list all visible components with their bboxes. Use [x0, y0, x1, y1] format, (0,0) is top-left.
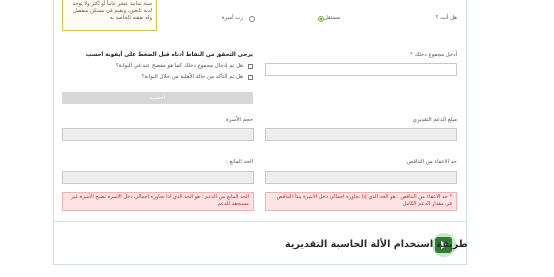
verify-check2-label: هل تم التأكد من حالة الأهلية من خلال الب…	[141, 74, 244, 80]
verify-check2-box[interactable]	[248, 75, 253, 80]
radio-head-of-family[interactable]	[249, 16, 255, 22]
radio-head-of-family-label: رب أسرة	[221, 15, 243, 21]
family-size-field	[62, 128, 254, 141]
calculate-button[interactable]: احسب	[62, 92, 253, 104]
total-income-label: أدخل مجموع دخلك *	[410, 52, 457, 58]
estimated-support-field	[265, 128, 457, 141]
howto-title[interactable]: طريقة استخدام الألة الحاسبة التقديرية	[285, 239, 468, 250]
verify-check1-label: هل تم إدخال مجموع دخلك كما هو مفصح عنه ف…	[115, 63, 243, 69]
prevent-limit-field	[62, 171, 254, 184]
radio-independent-label: مستقل	[323, 15, 340, 21]
total-income-input[interactable]	[265, 63, 457, 76]
section-divider	[53, 221, 467, 222]
verify-heading: يرجى التحقق من النقاط أدناه قبل الضغط عل…	[85, 52, 253, 58]
exempt-limit-label: حد الاعفاء من التناقص	[406, 159, 457, 165]
exempt-limit-note: * حد الاعفاء من التناقص : هو الحد الذي إ…	[265, 192, 457, 211]
prevent-limit-label: الحد المانع :	[226, 159, 253, 165]
question-label: هل أنت ؟	[435, 15, 457, 21]
estimated-support-label: مبلغ الدعم التقديري	[412, 117, 457, 123]
prevent-limit-note: الحد المانع من الدعم : هو الحد الذي اذا …	[62, 192, 254, 211]
exempt-limit-field	[265, 171, 457, 184]
verify-check1-box[interactable]	[248, 64, 253, 69]
info-note: سنة ثمانية عشر عاماً أو أكثر ولا يوجد لد…	[62, 0, 157, 31]
family-size-label: حجم الأسرة	[225, 117, 253, 123]
